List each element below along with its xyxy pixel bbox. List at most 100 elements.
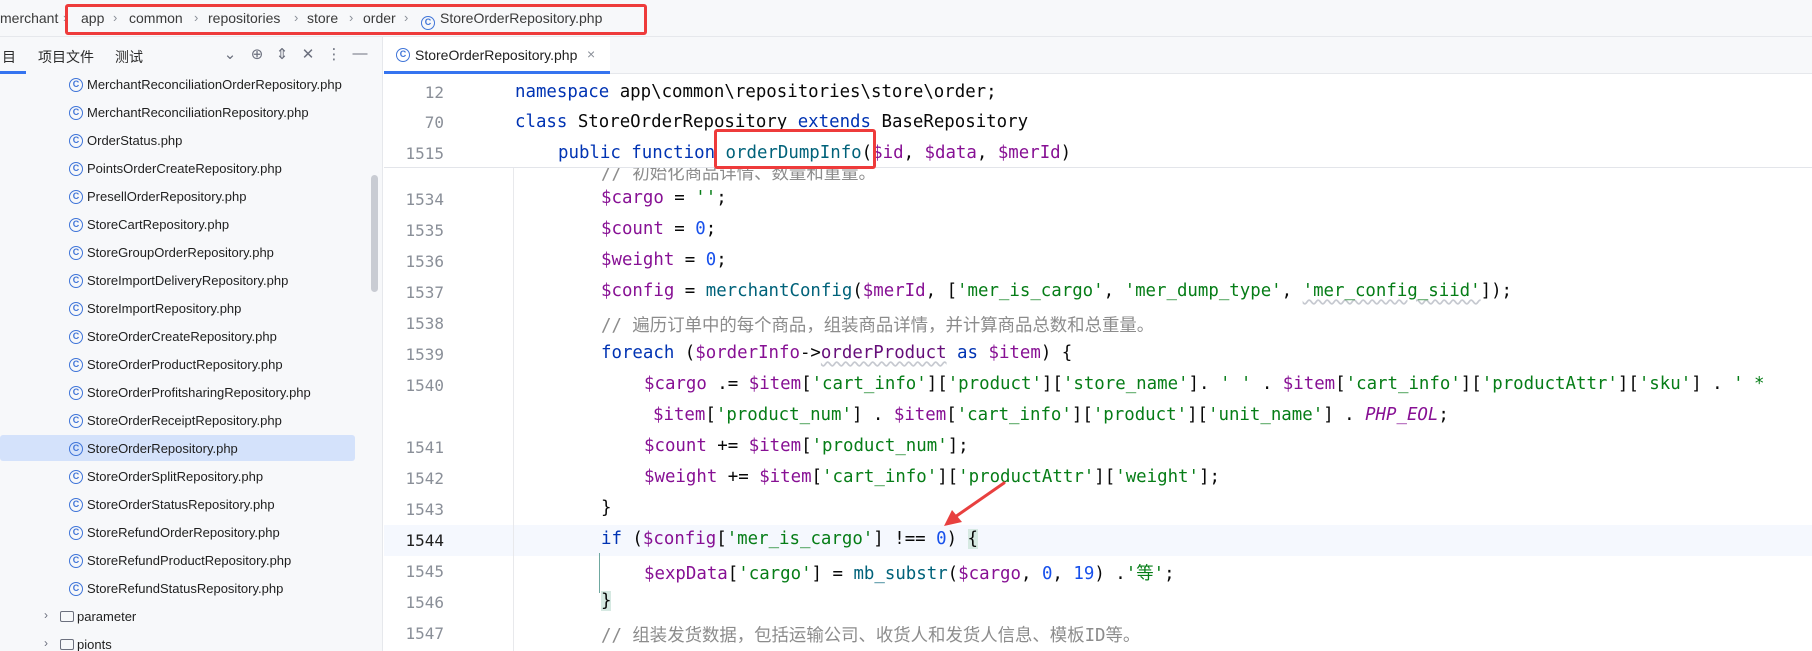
tree-file-item[interactable]: C StoreRefundOrderRepository.php — [0, 519, 355, 545]
line-number: 1534 — [405, 190, 444, 209]
tree-file-label: StoreRefundStatusRepository.php — [87, 581, 284, 596]
tree-file-label: StoreRefundOrderRepository.php — [87, 525, 280, 540]
tree-file-label: StoreOrderReceiptRepository.php — [87, 413, 282, 428]
php-class-icon: C — [69, 302, 83, 316]
tree-file-item[interactable]: C StoreGroupOrderRepository.php — [0, 239, 355, 265]
sidebar-scrollbar[interactable] — [371, 175, 378, 292]
code-line-1539: foreach ($orderInfo->orderProduct as $it… — [601, 343, 1073, 363]
code-line-1541: $count += $item['product_num']; — [644, 436, 969, 456]
line-number: 1543 — [405, 500, 444, 519]
locate-icon[interactable]: ⊕ — [248, 45, 266, 63]
tree-file-label: StoreImportDeliveryRepository.php — [87, 273, 289, 288]
line-number: 1540 — [405, 376, 444, 395]
tree-file-item[interactable]: C StoreOrderReceiptRepository.php — [0, 407, 355, 433]
folder-icon — [60, 611, 74, 622]
tree-file-label: StoreOrderRepository.php — [87, 441, 238, 456]
tree-file-label: StoreRefundProductRepository.php — [87, 553, 292, 568]
code-line-1537: $config = merchantConfig($merId, ['mer_i… — [601, 281, 1513, 301]
tree-file-label: StoreOrderSplitRepository.php — [87, 469, 264, 484]
expand-all-icon[interactable]: ⇕ — [273, 45, 291, 63]
tree-file-item[interactable]: C MerchantReconciliationRepository.php — [0, 99, 355, 125]
tree-file-label: MerchantReconciliationRepository.php — [87, 105, 309, 120]
editor-tabbar: C StoreOrderRepository.php × — [384, 37, 1812, 74]
line-number: 1538 — [405, 314, 444, 333]
close-icon[interactable]: × — [587, 46, 595, 62]
sidebar-tabs: 目 项目文件 测试 ⌄ ⊕ ⇕ ✕ ⋮ — — [0, 37, 383, 74]
php-class-icon: C — [69, 190, 83, 204]
tree-file-item[interactable]: C StoreOrderProfitsharingRepository.php — [0, 379, 355, 405]
code-line-1542: $weight += $item['cart_info']['productAt… — [644, 467, 1220, 487]
line-number: 1535 — [405, 221, 444, 240]
collapse-all-icon[interactable]: ✕ — [299, 45, 317, 63]
tree-file-item[interactable]: C StoreOrderCreateRepository.php — [0, 323, 355, 349]
code-line-1534: $cargo = ''; — [601, 188, 727, 208]
tree-file-item[interactable]: C StoreImportRepository.php — [0, 295, 355, 321]
php-class-icon: C — [69, 78, 83, 92]
tree-file-item[interactable]: C StoreOrderRepository.php — [0, 435, 355, 461]
tree-file-item[interactable]: C StoreOrderSplitRepository.php — [0, 463, 355, 489]
line-number: 12 — [424, 83, 444, 102]
editor-tab-storeorderrepository[interactable]: C StoreOrderRepository.php × — [384, 37, 610, 74]
code-line-1544: if ($config['mer_is_cargo'] !== 0) { — [601, 529, 979, 549]
php-class-icon: C — [69, 526, 83, 540]
php-class-icon: C — [69, 330, 83, 344]
project-panel: 目 项目文件 测试 ⌄ ⊕ ⇕ ✕ ⋮ — C MerchantReconcili… — [0, 37, 383, 651]
tree-folder-label: parameter — [77, 609, 137, 624]
php-class-icon: C — [69, 218, 83, 232]
line-number: 1539 — [405, 345, 444, 364]
code-line-1547: // 组装发货数据，包括运输公司、收货人和发货人信息、模板ID等。 — [601, 626, 1141, 646]
line-number: 1547 — [405, 624, 444, 643]
tree-file-item[interactable]: C StoreRefundStatusRepository.php — [0, 575, 355, 601]
tree-file-label: StoreImportRepository.php — [87, 301, 242, 316]
code-line-1540-wrap: $item['product_num'] . $item['cart_info'… — [653, 405, 1449, 425]
php-class-icon: C — [69, 162, 83, 176]
tree-file-item[interactable]: C StoreImportDeliveryRepository.php — [0, 267, 355, 293]
tree-file-item[interactable]: C PointsOrderCreateRepository.php — [0, 155, 355, 181]
line-number: 1536 — [405, 252, 444, 271]
minimize-icon[interactable]: — — [351, 45, 369, 62]
tree-file-item[interactable]: C StoreRefundProductRepository.php — [0, 547, 355, 573]
php-class-icon: C — [69, 386, 83, 400]
line-number: 1546 — [405, 593, 444, 612]
tree-file-item[interactable]: C StoreCartRepository.php — [0, 211, 355, 237]
tree-file-label: PresellOrderRepository.php — [87, 189, 247, 204]
sticky-scope-header: 12 70 1515 namespace app\common\reposito… — [384, 74, 1812, 169]
tree-file-label: StoreGroupOrderRepository.php — [87, 245, 274, 260]
chevron-right-icon[interactable]: › — [44, 608, 48, 622]
code-line-1543: } — [601, 498, 612, 518]
breadcrumb-item-merchant[interactable]: merchant — [0, 10, 58, 26]
tree-file-item[interactable]: C PresellOrderRepository.php — [0, 183, 355, 209]
php-class-icon: C — [69, 582, 83, 596]
tree-file-label: StoreOrderStatusRepository.php — [87, 497, 275, 512]
tree-folder-item[interactable]: › parameter — [0, 603, 355, 629]
code-line-1538: // 遍历订单中的每个商品，组装商品详情，并计算商品总数和总重量。 — [601, 316, 1155, 336]
more-options-icon[interactable]: ⋮ — [325, 45, 343, 63]
line-number: 1537 — [405, 283, 444, 302]
tree-folder-item[interactable]: › pionts — [0, 631, 355, 651]
tab-project-files[interactable]: 项目文件 — [38, 47, 94, 67]
php-class-icon: C — [69, 498, 83, 512]
tree-file-label: StoreOrderProductRepository.php — [87, 357, 283, 372]
tab-tests[interactable]: 测试 — [115, 47, 143, 67]
tree-file-label: OrderStatus.php — [87, 133, 183, 148]
php-class-icon: C — [69, 274, 83, 288]
tree-file-label: StoreOrderProfitsharingRepository.php — [87, 385, 311, 400]
breadcrumb: merchant › app › common › repositories ›… — [0, 0, 1812, 37]
tree-file-item[interactable]: C StoreOrderStatusRepository.php — [0, 491, 355, 517]
line-number: 1545 — [405, 562, 444, 581]
chevron-down-icon[interactable]: ⌄ — [221, 45, 239, 63]
tree-file-label: StoreCartRepository.php — [87, 217, 230, 232]
line-number: 1542 — [405, 469, 444, 488]
tab-project[interactable]: 目 — [2, 47, 16, 67]
php-class-icon: C — [69, 414, 83, 428]
tree-folder-label: pionts — [77, 637, 112, 651]
tree-file-label: PointsOrderCreateRepository.php — [87, 161, 282, 176]
tree-file-label: MerchantReconciliationOrderRepository.ph… — [87, 77, 342, 92]
line-number: 1544 — [405, 531, 444, 550]
tree-file-item[interactable]: C StoreOrderProductRepository.php — [0, 351, 355, 377]
tree-file-item[interactable]: C OrderStatus.php — [0, 127, 355, 153]
tree-file-item[interactable]: C MerchantReconciliationOrderRepository.p… — [0, 71, 355, 97]
php-class-icon: C — [396, 48, 410, 62]
chevron-right-icon[interactable]: › — [44, 636, 48, 650]
highlight-box-breadcrumb — [65, 4, 647, 35]
